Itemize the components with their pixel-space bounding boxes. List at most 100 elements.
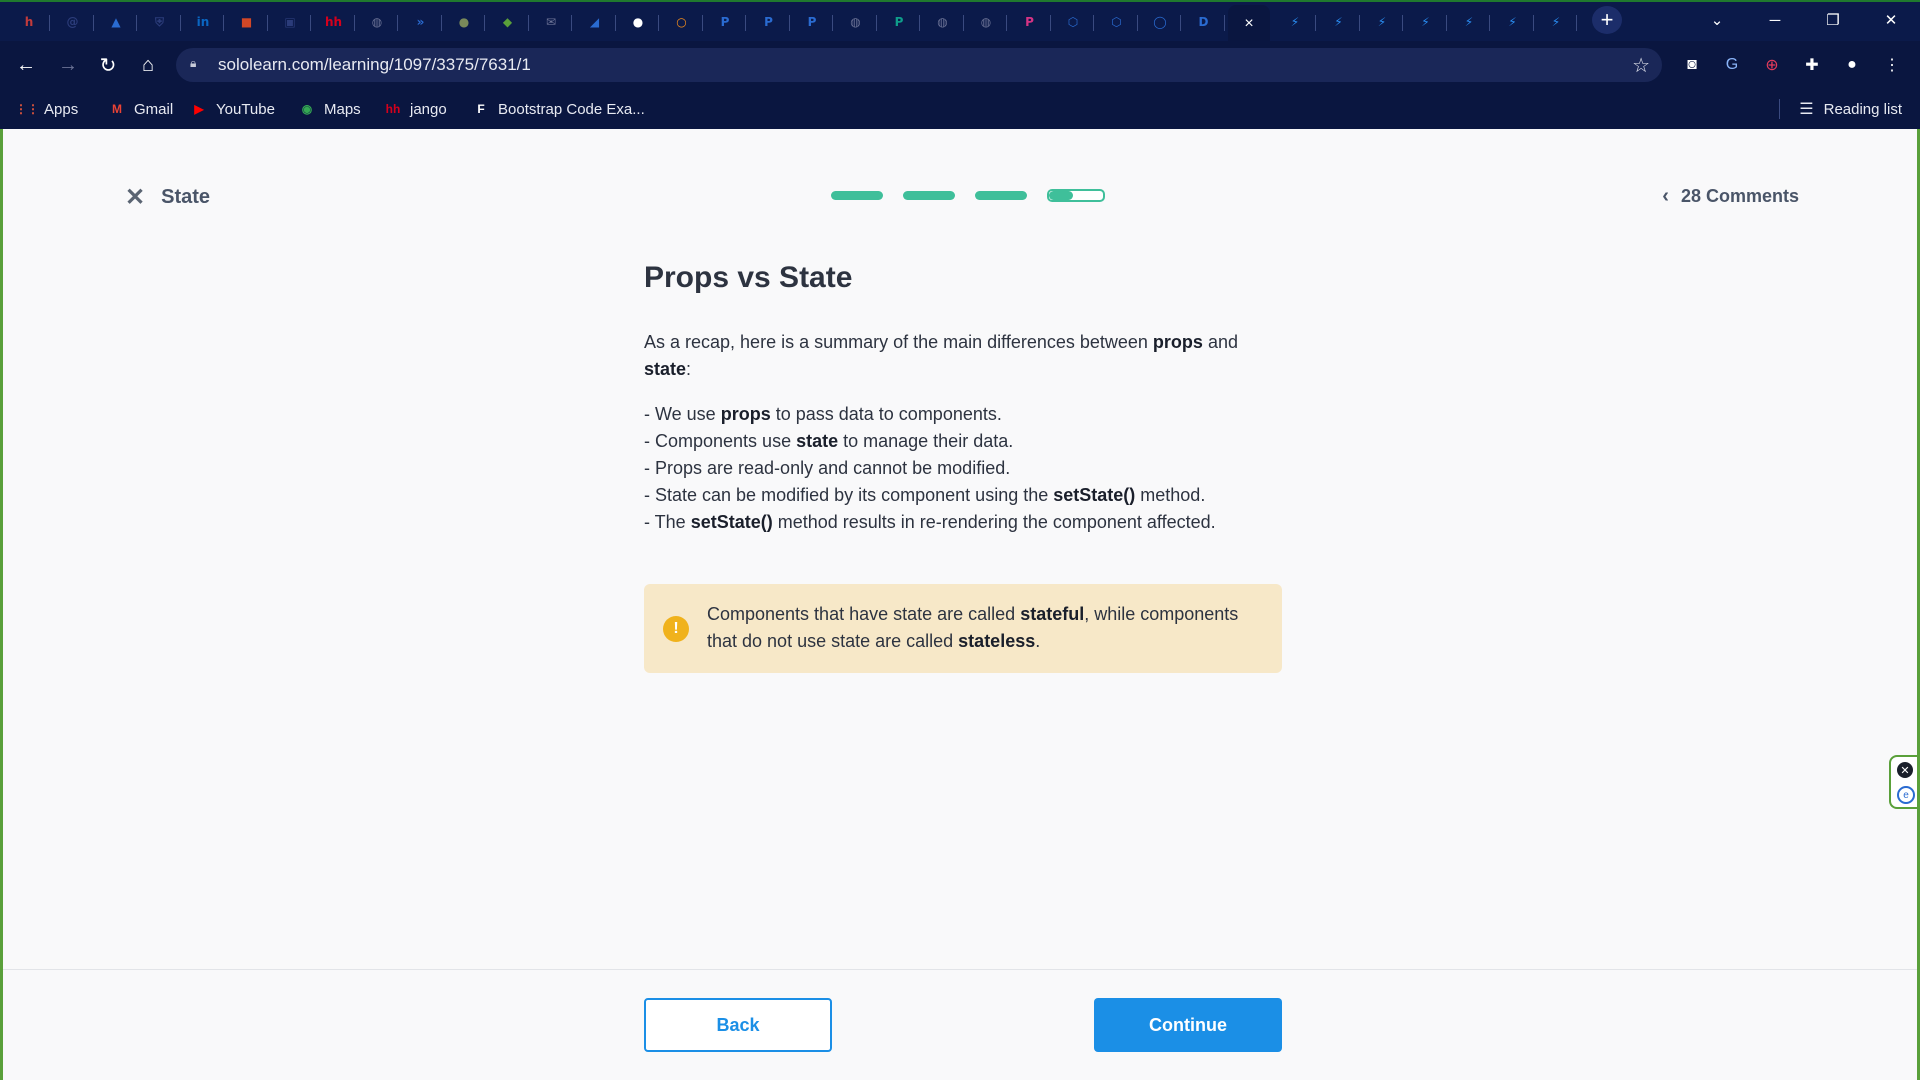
progress-segment-complete (831, 191, 883, 200)
browser-tab[interactable]: ⚡︎ (1448, 7, 1490, 37)
side-widget[interactable]: ✕ e (1889, 755, 1917, 809)
lightning-icon: ⚡︎ (1334, 15, 1343, 29)
browser-tab[interactable]: ◍ (835, 7, 877, 37)
tab-search-chevron-icon[interactable]: ⌄ (1694, 6, 1740, 34)
p-icon: P (894, 15, 904, 29)
bootstrap-icon: F (477, 102, 485, 116)
browser-tab[interactable]: ■ (226, 7, 268, 37)
browser-tab[interactable]: ◍ (356, 7, 398, 37)
new-tab-button[interactable]: + (1592, 6, 1622, 34)
browser-tab[interactable]: in (182, 7, 224, 37)
reload-icon[interactable]: ↻ (92, 49, 124, 81)
browser-tab[interactable]: ▲ (95, 7, 137, 37)
progress-segment-current (1047, 189, 1105, 202)
browser-tab[interactable]: ⚡︎ (1361, 7, 1403, 37)
browser-tab[interactable]: P (791, 7, 833, 37)
bookmark-item[interactable]: ⋮⋮ Apps (15, 98, 78, 120)
lightning-icon: ⚡︎ (1464, 15, 1474, 29)
info-note-text: Components that have state are called st… (707, 604, 1239, 651)
linkedin-icon: in (196, 15, 210, 29)
widget-e-icon[interactable]: e (1897, 786, 1915, 804)
browser-tab[interactable]: P (704, 7, 746, 37)
presentation-icon: ▣ (284, 15, 296, 29)
browser-tab[interactable]: ◍ (965, 7, 1007, 37)
shield-icon: ⛨ (154, 14, 164, 29)
hh-icon: h (24, 15, 34, 29)
browser-tab[interactable]: ○ (661, 7, 703, 37)
browser-tab[interactable]: D (1183, 7, 1225, 37)
lesson-intro: As a recap, here is a summary of the mai… (644, 332, 1238, 379)
browser-tab[interactable]: ✉ (530, 7, 572, 37)
github-icon: ● (632, 15, 644, 29)
browser-tab[interactable]: P (1009, 7, 1051, 37)
back-arrow-icon[interactable]: ← (10, 49, 42, 81)
footer-divider (3, 969, 1917, 970)
office-icon: ■ (240, 15, 253, 29)
browser-tab[interactable]: ⬡ (1052, 7, 1094, 37)
profile-avatar[interactable]: ● (1839, 52, 1865, 78)
browser-tab[interactable]: ⚡︎ (1274, 7, 1316, 37)
browser-tab[interactable]: » (400, 7, 442, 37)
ring-icon: ◯ (1153, 15, 1167, 29)
extensions-puzzle-icon[interactable]: ✚ (1799, 52, 1825, 78)
lesson-topic: State (161, 186, 211, 208)
camera-icon[interactable]: ◙ (1679, 52, 1705, 78)
close-lesson-button[interactable]: ✕ State (125, 183, 210, 212)
bookmark-item[interactable]: ◉ Maps (298, 98, 361, 120)
bookmark-star-icon[interactable]: ☆ (1632, 53, 1650, 78)
close-tab-icon[interactable]: × (1244, 15, 1253, 33)
browser-tab[interactable]: ⚡︎ (1492, 7, 1534, 37)
bookmark-item[interactable]: F Bootstrap Code Exa... (472, 98, 644, 120)
lesson-points: - We use props to pass data to component… (644, 401, 1284, 536)
bookmark-item[interactable]: ▶ YouTube (190, 98, 275, 120)
browser-tab[interactable]: ◯ (1139, 7, 1181, 37)
menu-kebab-icon[interactable]: ⋮ (1879, 52, 1905, 78)
bookmark-item[interactable]: M Gmail (108, 98, 173, 120)
active-tab[interactable]: × (1228, 5, 1270, 43)
url-text[interactable]: sololearn.com/learning/1097/3375/7631/1 (218, 55, 531, 75)
minimize-button[interactable]: ─ (1752, 6, 1798, 34)
forward-arrow-icon[interactable]: → (52, 49, 84, 81)
browser-tab[interactable]: ◢ (574, 7, 616, 37)
extension-plus-icon[interactable]: ⊕ (1759, 52, 1785, 78)
browser-tab[interactable]: P (748, 7, 790, 37)
browser-tab[interactable]: ⛨ (139, 7, 181, 37)
bookmark-label: Maps (324, 100, 361, 118)
comments-button[interactable]: ‹ 28 Comments (1662, 185, 1799, 208)
netlify-icon: ◢ (589, 15, 600, 29)
browser-tab[interactable]: ⬡ (1096, 7, 1138, 37)
back-button[interactable]: Back (644, 998, 832, 1052)
globe-icon: ◍ (980, 15, 992, 29)
lightning-icon: ⚡︎ (1290, 15, 1300, 29)
apps-grid-icon: ⋮⋮ (15, 102, 39, 116)
bookmark-item[interactable]: hh jango (384, 98, 447, 120)
browser-tab[interactable]: ⚡︎ (1535, 7, 1577, 37)
browser-tab[interactable]: ◍ (922, 7, 964, 37)
continue-button[interactable]: Continue (1094, 998, 1282, 1052)
list-item: - State can be modified by its component… (644, 485, 1206, 505)
browser-tab[interactable]: hh (313, 7, 355, 37)
restore-button[interactable]: ❐ (1810, 6, 1856, 34)
comments-count: 28 Comments (1680, 186, 1799, 206)
lightning-icon: ⚡︎ (1508, 15, 1517, 29)
browser-tab[interactable]: ▣ (269, 7, 311, 37)
hh-icon: hh (324, 15, 343, 29)
address-bar[interactable]: 🔒︎ sololearn.com/learning/1097/3375/7631… (176, 48, 1662, 82)
browser-tab[interactable]: @ (52, 7, 94, 37)
home-icon[interactable]: ⌂ (132, 49, 164, 81)
browser-tab[interactable]: ● (617, 7, 659, 37)
lock-icon: 🔒︎ (190, 56, 197, 70)
browser-tab[interactable]: ⚡︎ (1318, 7, 1360, 37)
browser-tab[interactable]: h (8, 7, 50, 37)
close-window-button[interactable]: ✕ (1868, 6, 1914, 34)
widget-close-icon[interactable]: ✕ (1897, 762, 1913, 778)
close-icon[interactable]: ✕ (125, 183, 145, 212)
bookmark-label: jango (410, 100, 447, 118)
browser-tab[interactable]: P (878, 7, 920, 37)
reading-list-button[interactable]: ☰ Reading list (1799, 98, 1902, 120)
browser-tab[interactable]: ● (443, 7, 485, 37)
browser-tab[interactable]: ⚡︎ (1405, 7, 1447, 37)
translate-icon[interactable]: G (1719, 52, 1745, 78)
reading-list-label: Reading list (1823, 100, 1902, 118)
browser-tab[interactable]: ◆ (487, 7, 529, 37)
